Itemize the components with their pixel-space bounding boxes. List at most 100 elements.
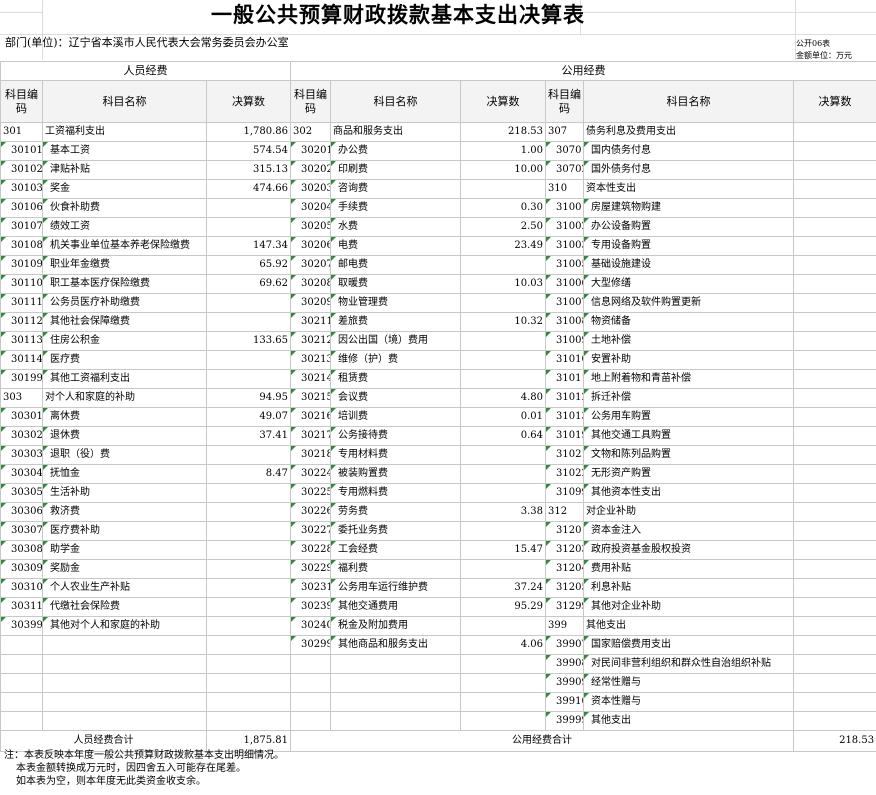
cell-comment-marker <box>291 598 297 603</box>
item-amount: 3.38 <box>460 502 547 522</box>
item-code-text: 31012 <box>556 392 583 403</box>
item-name-text: 会议费 <box>338 392 369 403</box>
item-name-text: 委托业务费 <box>338 525 389 536</box>
cell-comment-marker <box>291 199 297 204</box>
item-name-text: 其他交通费用 <box>338 601 399 612</box>
item-name <box>42 711 207 731</box>
cell-comment-marker <box>331 427 337 432</box>
item-amount <box>205 483 292 503</box>
item-name-text: 安置补助 <box>591 354 632 365</box>
column-header-row: 科目编码 科目名称 决算数 科目编码 科目名称 决算数 科目编码 科目名称 决算… <box>0 80 876 123</box>
item-name-text: 职工基本医疗保险缴费 <box>50 278 150 289</box>
item-amount <box>205 540 292 560</box>
item-name-text: 取暖费 <box>338 278 369 289</box>
footnotes: 注：本表反映本年度一般公共预算财政拨款基本支出明细情况。 本表金额转换成万元时，… <box>4 749 284 788</box>
item-name: 国外债务付息 <box>583 160 795 180</box>
item-name-text: 物资储备 <box>591 316 632 327</box>
item-name-text: 税金及附加费用 <box>338 620 409 631</box>
item-name: 印刷费 <box>330 160 462 180</box>
cell-comment-marker <box>331 332 337 337</box>
item-name-text: 医疗费补助 <box>50 525 100 536</box>
item-name: 其他工资福利支出 <box>42 369 207 389</box>
item-amount: 37.41 <box>205 426 292 446</box>
cell-comment-marker <box>546 161 552 166</box>
item-code: 30208 <box>290 274 332 294</box>
item-name: 医疗费补助 <box>42 521 207 541</box>
item-amount: 49.07 <box>205 407 292 427</box>
cell-comment-marker <box>43 313 48 318</box>
department-label: 部门(单位)：辽宁省本溪市人民代表大会常务委员会办公室 <box>5 36 289 49</box>
item-name-text: 租赁费 <box>338 373 369 384</box>
item-name: 职工基本医疗保险缴费 <box>42 274 207 294</box>
item-amount <box>793 711 876 731</box>
item-name: 税金及附加费用 <box>330 616 462 636</box>
item-code-text: 30217 <box>301 430 331 441</box>
table-row: 30307 医疗费补助 30227 委托业务费 31201 资本金注入 <box>0 521 876 541</box>
table-row: 30303 退职（役）费 30218 专用材料费 31021 文物和陈列品购置 <box>0 445 876 465</box>
item-code <box>0 635 43 655</box>
item-code: 30214 <box>290 369 332 389</box>
item-code: 30107 <box>0 217 43 237</box>
cell-comment-marker <box>331 636 337 641</box>
item-code-text: 31021 <box>556 449 583 460</box>
item-name: 奖金 <box>42 179 207 199</box>
item-code: 31002 <box>545 217 585 237</box>
item-code: 30203 <box>290 179 332 199</box>
item-name: 资本性支出 <box>583 179 795 199</box>
item-code: 30216 <box>290 407 332 427</box>
item-code-text: 30227 <box>301 525 331 536</box>
item-code: 30111 <box>0 293 43 313</box>
item-name-text: 对企业补助 <box>586 506 637 517</box>
footnote-line: 如本表为空，则本年度无此类资金收支余。 <box>16 776 206 787</box>
cell-comment-marker <box>291 579 297 584</box>
cell-comment-marker <box>546 465 552 470</box>
item-amount <box>205 369 292 389</box>
form-number: 公开06表 <box>796 39 831 48</box>
item-code: 30225 <box>290 483 332 503</box>
item-amount <box>793 198 876 218</box>
item-amount <box>205 654 292 674</box>
item-amount: 95.29 <box>460 597 547 617</box>
item-code-text: 30224 <box>301 468 331 479</box>
table-row: 30114 医疗费 30213 维修（护）费 31010 安置补助 <box>0 350 876 370</box>
item-code: 30231 <box>290 578 332 598</box>
item-code-text: 31009 <box>556 335 583 346</box>
item-code-text: 30218 <box>301 449 331 460</box>
cell-comment-marker <box>1 503 6 508</box>
item-code-text: 30101 <box>11 145 43 156</box>
public-total-label: 公用经费合计 <box>290 730 795 752</box>
table-row: 30309 奖励金 30229 福利费 31204 费用补贴 <box>0 559 876 579</box>
item-code-text: 301 <box>3 126 23 137</box>
cell-comment-marker <box>331 408 337 413</box>
item-code: 31205 <box>545 578 585 598</box>
cell-comment-marker <box>1 161 6 166</box>
item-name: 被装购置费 <box>330 464 462 484</box>
cell-comment-marker <box>291 522 297 527</box>
item-name: 其他支出 <box>583 616 795 636</box>
cell-comment-marker <box>584 351 590 356</box>
item-code-text: 39999 <box>556 715 583 726</box>
item-name: 退休费 <box>42 426 207 446</box>
cell-comment-marker <box>43 427 48 432</box>
cell-comment-marker <box>546 294 552 299</box>
table-row: 30102 津贴补贴 315.13 30202 印刷费 10.00 30702 国外债务付息 <box>0 160 876 180</box>
item-amount <box>460 673 547 693</box>
cell-comment-marker <box>43 541 48 546</box>
item-code-text: 31002 <box>556 221 583 232</box>
item-amount <box>793 179 876 199</box>
item-amount: 10.03 <box>460 274 547 294</box>
item-name-text: 大型修缮 <box>591 278 632 289</box>
item-code-text: 30202 <box>301 164 331 175</box>
item-name: 医疗费 <box>42 350 207 370</box>
item-name-text: 国外债务付息 <box>591 164 652 175</box>
cell-comment-marker <box>1 484 6 489</box>
item-name: 公务用车运行维护费 <box>330 578 462 598</box>
cell-comment-marker <box>43 351 48 356</box>
item-code-text: 30309 <box>11 563 43 574</box>
cell-comment-marker <box>584 712 590 717</box>
item-name-text: 住房公积金 <box>50 335 100 346</box>
item-code: 31201 <box>545 521 585 541</box>
item-name: 国内债务付息 <box>583 141 795 161</box>
cell-comment-marker <box>1 465 6 470</box>
item-amount: 23.49 <box>460 236 547 256</box>
